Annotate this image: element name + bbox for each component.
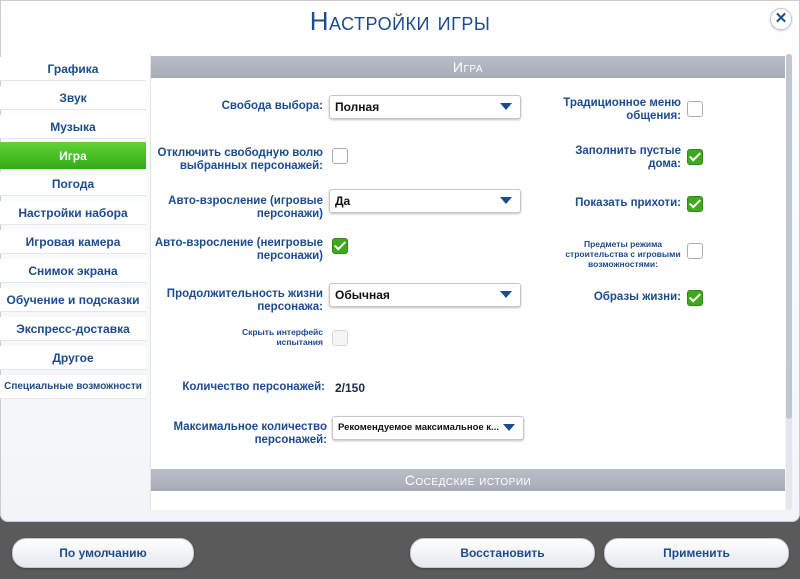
classic-social-menu-checkbox[interactable] — [687, 101, 703, 117]
settings-window: Настройки игры ✕ Графика Звук Музыка Игр… — [0, 0, 800, 522]
build-mode-items-label: Предметы режима строительства с игровыми… — [565, 239, 681, 269]
restore-button[interactable]: Восстановить — [410, 538, 595, 568]
auto-age-unplayed-checkbox[interactable] — [332, 238, 348, 254]
max-sims-value: Рекомендуемое максимальное к... — [338, 422, 499, 433]
free-will-dropdown[interactable]: Полная — [329, 95, 521, 119]
lifestyles-label: Образы жизни: — [593, 291, 681, 303]
auto-age-unplayed-label: Авто-взросление (неигровые персонажи) — [154, 237, 323, 262]
free-will-value: Полная — [335, 100, 380, 114]
max-sims-dropdown[interactable]: Рекомендуемое максимальное к... — [332, 416, 524, 440]
sidebar-item-graphics[interactable]: Графика — [0, 57, 146, 81]
sim-count-label: Количество персонажей: — [182, 381, 325, 393]
panel-scrollbar[interactable] — [786, 54, 792, 510]
scrollbar-thumb[interactable] — [786, 54, 792, 419]
max-sims-label: Максимальное количество персонажей: — [173, 421, 327, 446]
sidebar-item-camera[interactable]: Игровая камера — [0, 230, 146, 254]
auto-age-played-dropdown[interactable]: Да — [329, 189, 521, 213]
hide-challenge-ui-label: Скрыть интерфейс испытания — [241, 327, 323, 347]
sidebar-item-game[interactable]: Игра — [0, 142, 146, 169]
sidebar-item-weather[interactable]: Погода — [0, 172, 146, 196]
show-whims-label: Показать прихоти: — [575, 197, 681, 209]
fill-empty-houses-label: Заполнить пустые дома: — [575, 145, 681, 170]
sidebar-item-accessibility[interactable]: Специальные возможности — [0, 375, 146, 399]
classic-social-menu-label: Традиционное меню общения: — [563, 97, 681, 122]
disable-free-will-checkbox[interactable] — [332, 148, 348, 164]
sim-count-value: 2/150 — [335, 381, 366, 395]
chevron-down-icon — [500, 103, 512, 110]
chevron-down-icon — [503, 424, 515, 431]
disable-free-will-label: Отключить свободную волю выбранных персо… — [157, 147, 323, 172]
sidebar-item-screenshot[interactable]: Снимок экрана — [0, 259, 146, 283]
chevron-down-icon — [500, 291, 512, 298]
sidebar-item-express-delivery[interactable]: Экспресс-доставка — [0, 317, 146, 341]
sidebar-item-pack-settings[interactable]: Настройки набора — [0, 201, 146, 225]
auto-age-played-value: Да — [335, 194, 351, 208]
hide-challenge-ui-checkbox[interactable] — [332, 330, 348, 346]
lifespan-value: Обычная — [335, 288, 390, 302]
sidebar-item-other[interactable]: Другое — [0, 346, 146, 370]
section-header-game[interactable]: Игра — [151, 56, 785, 78]
auto-age-played-label: Авто-взросление (игровые персонажи) — [168, 195, 323, 220]
build-mode-items-checkbox[interactable] — [687, 243, 703, 259]
settings-sidebar: Графика Звук Музыка Игра Погода Настройк… — [0, 57, 146, 404]
lifespan-label: Продолжительность жизни персонажа: — [166, 288, 323, 313]
sidebar-item-sound[interactable]: Звук — [0, 86, 146, 110]
settings-panel: Игра Свобода выбора: Полная Отключить св… — [150, 54, 785, 510]
window-title: Настройки игры — [309, 6, 491, 36]
close-icon[interactable]: ✕ — [770, 8, 792, 30]
chevron-down-icon — [500, 197, 512, 204]
free-will-label: Свобода выбора: — [221, 100, 323, 112]
sidebar-item-music[interactable]: Музыка — [0, 115, 146, 139]
sidebar-item-tutorial[interactable]: Обучение и подсказки — [0, 288, 146, 312]
lifestyles-checkbox[interactable] — [687, 290, 703, 306]
lifespan-dropdown[interactable]: Обычная — [329, 283, 521, 307]
default-button[interactable]: По умолчанию — [12, 538, 194, 568]
show-whims-checkbox[interactable] — [687, 196, 703, 212]
apply-button[interactable]: Применить — [604, 538, 789, 568]
section-header-neighborhood-stories[interactable]: Соседские истории — [151, 469, 785, 491]
fill-empty-houses-checkbox[interactable] — [687, 149, 703, 165]
